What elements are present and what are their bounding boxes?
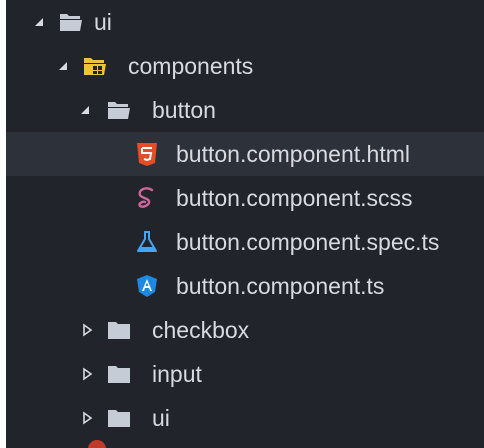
tree-item-file-ts[interactable]: button.component.ts [6,264,484,308]
tree-item-label: components [128,53,254,79]
chevron-expanded-icon[interactable] [32,15,46,29]
tree-item-label: ui [94,9,112,35]
tree-item-file-spec[interactable]: button.component.spec.ts [6,220,484,264]
tree-item-label: button.component.scss [176,185,413,211]
tree-item-button[interactable]: button [6,88,484,132]
tree-item-ui-root[interactable]: ui [6,0,484,44]
chevron-collapsed-icon[interactable] [80,323,94,337]
folder-open-icon [108,102,130,119]
tree-item-label: button.component.ts [176,273,385,299]
file-explorer-tree: ui components button button.component.ht… [0,0,484,448]
tree-item-input[interactable]: input [6,352,484,396]
chevron-collapsed-icon[interactable] [80,367,94,381]
angular-icon [137,275,157,297]
components-folder-open-icon [84,58,106,75]
tree-item-checkbox[interactable]: checkbox [6,308,484,352]
html5-icon [137,143,157,166]
chevron-expanded-icon[interactable] [78,103,92,117]
tree-item-label: ui [152,405,170,431]
tree-item-label: button.component.spec.ts [176,229,440,255]
tree-item-label: input [152,361,202,387]
tree-item-file-html[interactable]: button.component.html [6,132,484,176]
tree-item-label: button [152,97,216,123]
tree-item-file-scss[interactable]: button.component.scss [6,176,484,220]
flask-icon [137,231,157,252]
folder-icon [108,410,130,427]
tree-item-ui[interactable]: ui [6,396,484,440]
folder-icon [108,366,130,383]
tree-item-components[interactable]: components [6,44,484,88]
folder-open-icon [60,14,82,31]
folder-icon [108,322,130,339]
tree-item-label: button.component.html [176,141,410,167]
tree-item-label: checkbox [152,317,250,343]
cut-off-icon [88,440,106,448]
chevron-collapsed-icon[interactable] [80,411,94,425]
chevron-expanded-icon[interactable] [56,59,70,73]
sass-icon [138,187,154,208]
